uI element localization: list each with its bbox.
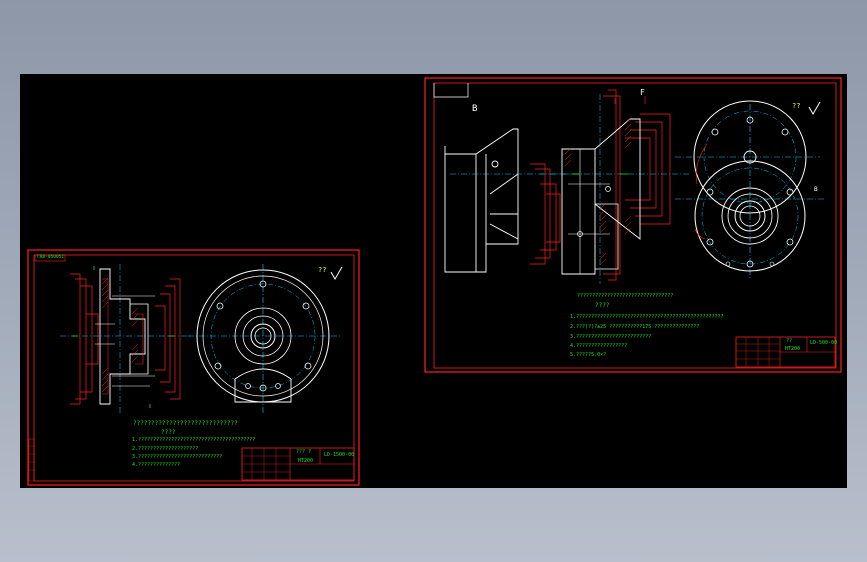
sheet1-part-name: ??? ? <box>296 449 312 455</box>
sheet2-note-4: 4.????????????????? <box>570 343 628 349</box>
sheet1-note-2: 2.???????????????????? <box>132 446 199 452</box>
sheet2-leader-marks <box>614 96 646 104</box>
sheet1-code-label: CR8-050051 <box>37 255 65 260</box>
sheet2-part-name: ?? <box>786 338 793 344</box>
sheet2-note-1: 1.??????????????????????????????????????… <box>570 314 724 320</box>
sheet2-drawing-code: LD-500-00 <box>810 340 838 346</box>
sheet2-note-3: 3.????????????????????????? <box>570 334 652 340</box>
sheet1-section-view <box>60 264 190 414</box>
sheet1-margin-strip <box>28 438 35 482</box>
sheet2-front-view <box>675 100 825 279</box>
sheet2-roughness-check-icon <box>808 101 821 115</box>
sheet1-note-3: 3.???????????????????????????? <box>132 454 223 460</box>
sheet2-corner-mark <box>433 83 469 98</box>
sheet2-tech-subtitle: ???? <box>595 302 610 309</box>
sheet1-tech-subtitle: ???? <box>161 429 176 436</box>
sheet1-note-4: 4.?????????????? <box>132 462 181 468</box>
sheet2-view-mark-f: F <box>640 88 645 97</box>
sheet2-note-5: 5.?????5.0×? <box>570 352 607 358</box>
sheet2-tech-title: ???????????????????????????????? <box>577 293 674 299</box>
sheet2-section-mark: B <box>472 104 478 114</box>
sheet1-drawing-code: LD-1500-00 <box>324 452 355 458</box>
sheet1-tech-title: ????????????????????????????? <box>133 420 238 427</box>
sheet2-material: HT200 <box>785 346 801 352</box>
sheet2-section-view <box>530 89 690 284</box>
sheet1-material: HT200 <box>298 458 314 464</box>
sheet2-note-2: 2.???(?)?±25 ???????????175 ????????????… <box>570 324 700 330</box>
sheet1-roughness-label: ?? <box>318 266 327 274</box>
sheet1-note-1: 1.??????????????????????????????????????… <box>132 437 256 443</box>
sheet1-front-view <box>188 264 340 414</box>
sheet2-roughness-label: ?? <box>792 102 801 110</box>
sheet1-roughness-check-icon <box>330 266 343 280</box>
sheet2-view-mark-b: B <box>814 186 818 193</box>
cad-drawing-viewport[interactable]: CR8-050051 ?? ??????????????????????????… <box>20 74 847 488</box>
